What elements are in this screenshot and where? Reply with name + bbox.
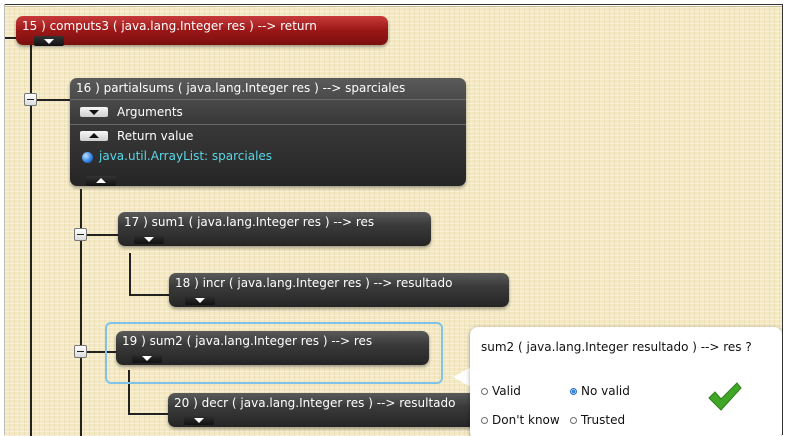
tree-node-18[interactable]: 18 ) incr ( java.lang.Integer res ) --> … bbox=[169, 273, 509, 307]
chevron-down-icon bbox=[195, 298, 205, 303]
collapse-toggle-17[interactable] bbox=[74, 228, 87, 241]
option-no-valid[interactable]: No valid bbox=[570, 384, 630, 398]
chevron-up-icon bbox=[89, 133, 99, 138]
tree-connector bbox=[129, 253, 131, 295]
return-value-text: java.util.ArrayList: sparciales bbox=[99, 149, 273, 163]
arguments-label[interactable]: Arguments bbox=[117, 105, 183, 119]
expand-button[interactable] bbox=[132, 353, 162, 363]
radio-valid[interactable] bbox=[481, 387, 488, 395]
option-label: No valid bbox=[581, 384, 630, 398]
collapse-return-button[interactable] bbox=[80, 131, 108, 141]
option-label: Valid bbox=[492, 384, 521, 398]
divider bbox=[70, 99, 466, 100]
checkmark-icon[interactable] bbox=[706, 379, 742, 415]
expand-button[interactable] bbox=[185, 295, 215, 305]
radio-trusted[interactable] bbox=[570, 416, 577, 424]
option-dont-know[interactable]: Don't know bbox=[481, 413, 560, 427]
popup-question: sum2 ( java.lang.Integer resultado ) -->… bbox=[481, 340, 752, 354]
radio-no-valid[interactable] bbox=[570, 387, 577, 395]
node-title: 20 ) decr ( java.lang.Integer res ) --> … bbox=[174, 396, 456, 410]
tree-connector bbox=[80, 189, 82, 436]
tree-connector bbox=[128, 413, 168, 415]
option-label: Trusted bbox=[581, 413, 626, 427]
expand-button[interactable] bbox=[134, 234, 164, 244]
question-popup: sum2 ( java.lang.Integer resultado ) -->… bbox=[470, 327, 782, 436]
tree-connector bbox=[4, 37, 16, 39]
frame-right-line bbox=[782, 4, 783, 435]
chevron-down-icon bbox=[89, 110, 99, 115]
tree-node-19[interactable]: 19 ) sum2 ( java.lang.Integer res ) --> … bbox=[116, 331, 429, 365]
collapse-button[interactable] bbox=[86, 176, 116, 186]
chevron-down-icon bbox=[194, 418, 204, 423]
chevron-down-icon bbox=[144, 237, 154, 242]
radio-dont-know[interactable] bbox=[481, 416, 488, 424]
collapse-toggle-19[interactable] bbox=[74, 345, 87, 358]
expand-button[interactable] bbox=[184, 415, 214, 425]
option-valid[interactable]: Valid bbox=[481, 384, 521, 398]
node-title: 16 ) partialsums ( java.lang.Integer res… bbox=[76, 81, 406, 95]
execution-tree-canvas: 15 ) computs3 ( java.lang.Integer res ) … bbox=[4, 6, 782, 436]
node-title: 17 ) sum1 ( java.lang.Integer res ) --> … bbox=[124, 215, 375, 229]
option-label: Don't know bbox=[492, 413, 560, 427]
tree-node-20[interactable]: 20 ) decr ( java.lang.Integer res ) --> … bbox=[168, 393, 488, 427]
option-trusted[interactable]: Trusted bbox=[570, 413, 625, 427]
tree-connector bbox=[129, 294, 169, 296]
divider bbox=[70, 124, 466, 125]
chevron-down-icon bbox=[44, 39, 54, 44]
tree-node-15[interactable]: 15 ) computs3 ( java.lang.Integer res ) … bbox=[16, 16, 388, 46]
chevron-down-icon bbox=[142, 356, 152, 361]
chevron-up-icon bbox=[96, 178, 106, 183]
return-value-label[interactable]: Return value bbox=[117, 129, 193, 143]
frame-left-line bbox=[4, 4, 5, 435]
collapse-toggle-16[interactable] bbox=[24, 93, 37, 106]
frame-top-line bbox=[4, 4, 782, 5]
node-title: 19 ) sum2 ( java.lang.Integer res ) --> … bbox=[122, 334, 373, 348]
tree-node-16[interactable]: 16 ) partialsums ( java.lang.Integer res… bbox=[70, 78, 466, 186]
tree-node-17[interactable]: 17 ) sum1 ( java.lang.Integer res ) --> … bbox=[118, 212, 431, 246]
expand-button[interactable] bbox=[34, 36, 64, 46]
popup-tail bbox=[453, 367, 471, 387]
object-icon bbox=[82, 152, 93, 163]
node-title: 15 ) computs3 ( java.lang.Integer res ) … bbox=[22, 19, 317, 33]
expand-arguments-button[interactable] bbox=[80, 107, 108, 117]
node-title: 18 ) incr ( java.lang.Integer res ) --> … bbox=[175, 276, 453, 290]
